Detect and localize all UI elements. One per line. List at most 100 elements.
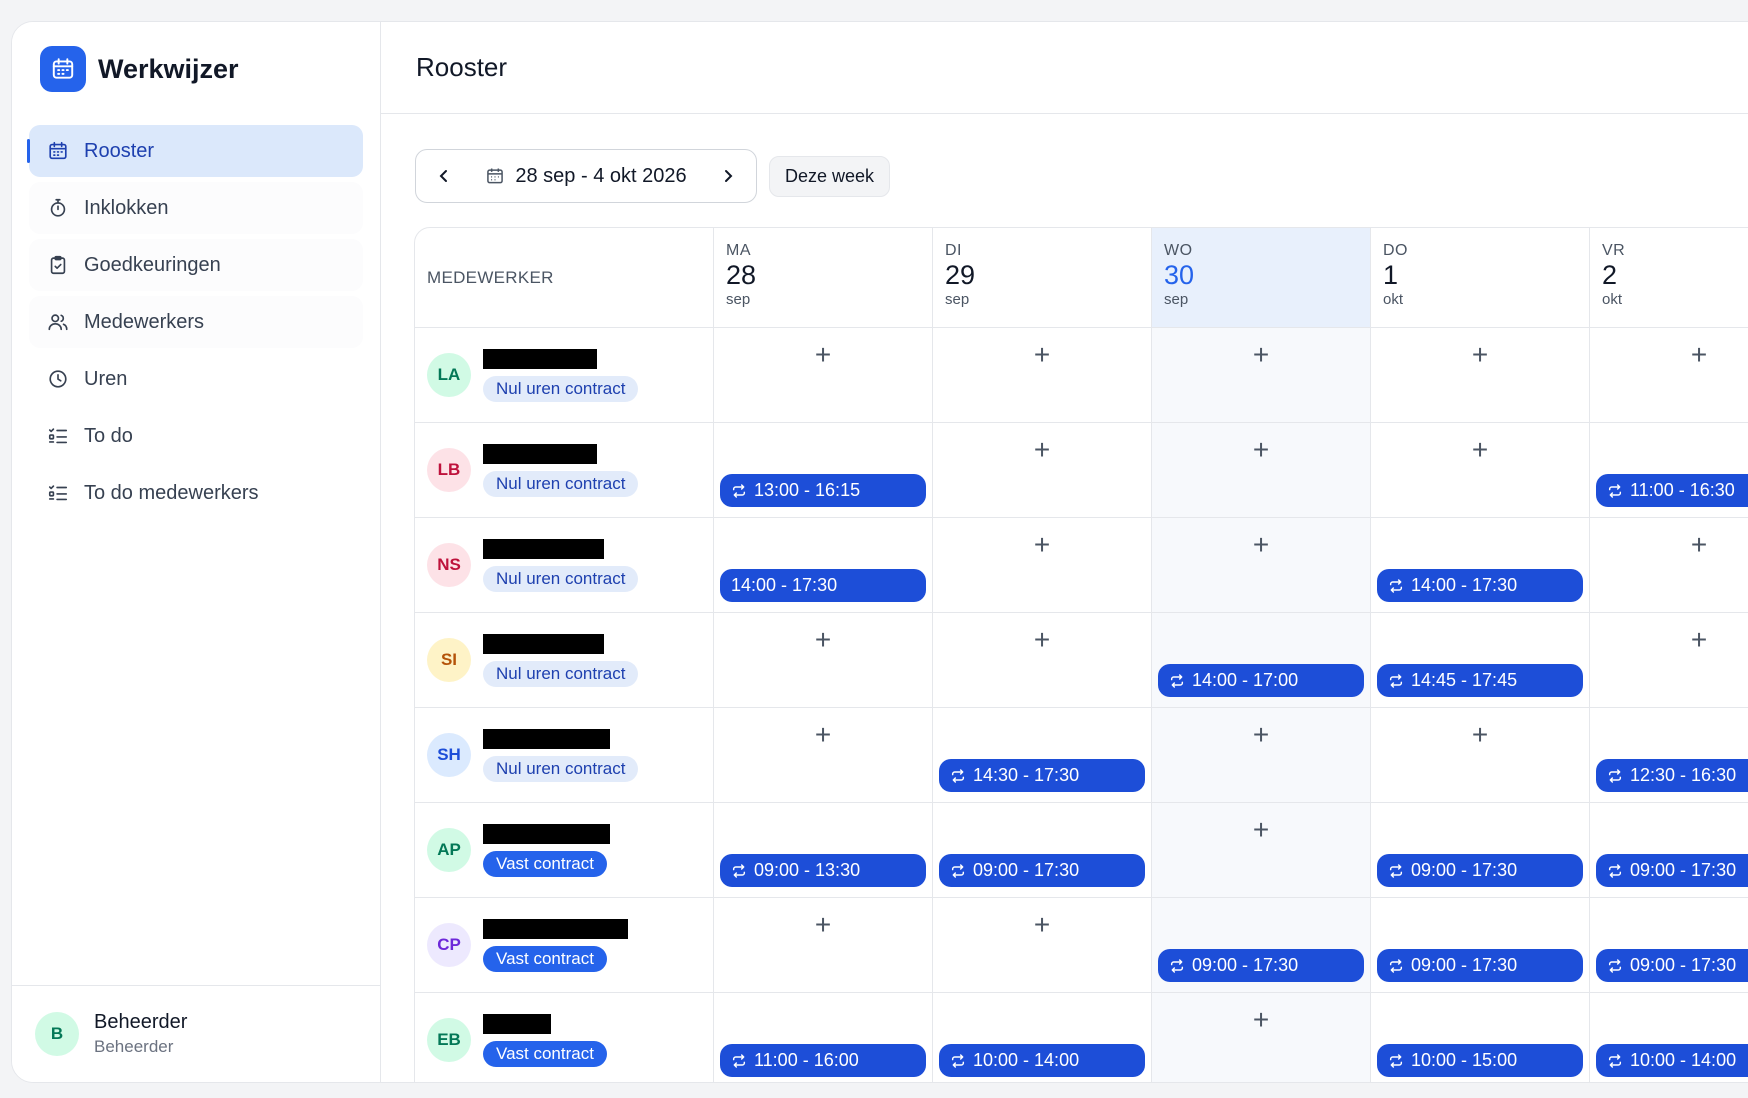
shift-pill[interactable]: 11:00 - 16:00 — [720, 1044, 926, 1077]
schedule-cell[interactable]: 13:00 - 16:15 — [714, 423, 933, 517]
schedule-cell[interactable]: 11:00 - 16:30 — [1590, 423, 1748, 517]
schedule-cell[interactable]: 09:00 - 17:30 — [1371, 898, 1590, 992]
schedule-cell[interactable]: 14:45 - 17:45 — [1371, 613, 1590, 707]
schedule-cell[interactable]: 09:00 - 17:30 — [933, 803, 1152, 897]
sidebar-item-medewerkers[interactable]: Medewerkers — [29, 296, 363, 348]
add-shift-button[interactable]: + — [1246, 719, 1276, 750]
schedule-cell[interactable]: + — [1152, 708, 1371, 802]
schedule-cell[interactable]: + — [1152, 328, 1371, 422]
employee[interactable]: CP Vast contract — [415, 898, 713, 992]
add-shift-button[interactable]: + — [1465, 339, 1495, 370]
schedule-cell[interactable]: 10:00 - 14:00 — [1590, 993, 1748, 1082]
schedule-cell[interactable]: + — [714, 328, 933, 422]
schedule-cell[interactable]: 12:30 - 16:30 — [1590, 708, 1748, 802]
schedule-cell[interactable]: + — [714, 708, 933, 802]
add-shift-button[interactable]: + — [808, 909, 838, 940]
shift-pill[interactable]: 09:00 - 17:30 — [1596, 854, 1748, 887]
shift-pill[interactable]: 09:00 - 17:30 — [939, 854, 1145, 887]
schedule-cell[interactable]: 14:00 - 17:30 — [1371, 518, 1590, 612]
schedule-cell[interactable]: + — [1152, 423, 1371, 517]
add-shift-button[interactable]: + — [1027, 434, 1057, 465]
sidebar-item-rooster[interactable]: Rooster — [27, 125, 363, 177]
shift-pill[interactable]: 09:00 - 17:30 — [1377, 854, 1583, 887]
schedule-cell[interactable]: + — [1152, 803, 1371, 897]
shift-pill[interactable]: 14:00 - 17:30 — [720, 569, 926, 602]
shift-pill[interactable]: 14:00 - 17:30 — [1377, 569, 1583, 602]
previous-week-button[interactable] — [430, 162, 458, 190]
add-shift-button[interactable]: + — [1684, 624, 1714, 655]
sidebar-item-uren[interactable]: Uren — [29, 353, 363, 405]
add-shift-button[interactable]: + — [808, 719, 838, 750]
schedule-cell[interactable]: + — [1371, 423, 1590, 517]
schedule-cell[interactable]: 10:00 - 14:00 — [933, 993, 1152, 1082]
shift-pill[interactable]: 09:00 - 17:30 — [1158, 949, 1364, 982]
schedule-cell[interactable]: + — [933, 613, 1152, 707]
schedule-cell[interactable]: + — [1590, 613, 1748, 707]
employee[interactable]: LB Nul uren contract — [415, 423, 713, 517]
add-shift-button[interactable]: + — [1465, 719, 1495, 750]
user-profile[interactable]: B Beheerder Beheerder — [12, 985, 380, 1082]
sidebar-item-to-do-medewerkers[interactable]: To do medewerkers — [29, 467, 363, 519]
sidebar-item-to-do[interactable]: To do — [29, 410, 363, 462]
schedule-cell[interactable]: 09:00 - 17:30 — [1590, 898, 1748, 992]
sidebar-item-goedkeuringen[interactable]: Goedkeuringen — [29, 239, 363, 291]
schedule-cell[interactable]: + — [1590, 518, 1748, 612]
add-shift-button[interactable]: + — [1027, 529, 1057, 560]
shift-pill[interactable]: 13:00 - 16:15 — [720, 474, 926, 507]
schedule-cell[interactable]: + — [1371, 328, 1590, 422]
schedule-cell[interactable]: 14:00 - 17:30 — [714, 518, 933, 612]
schedule-cell[interactable]: + — [933, 423, 1152, 517]
employee[interactable]: EB Vast contract — [415, 993, 713, 1082]
add-shift-button[interactable]: + — [808, 339, 838, 370]
add-shift-button[interactable]: + — [1027, 339, 1057, 370]
schedule-cell[interactable]: 14:30 - 17:30 — [933, 708, 1152, 802]
schedule-cell[interactable]: 14:00 - 17:00 — [1152, 613, 1371, 707]
week-range[interactable]: 28 sep - 4 okt 2026 — [485, 165, 687, 188]
schedule-cell[interactable]: + — [933, 328, 1152, 422]
this-week-button[interactable]: Deze week — [769, 155, 891, 197]
shift-pill[interactable]: 09:00 - 17:30 — [1596, 949, 1748, 982]
shift-pill[interactable]: 14:30 - 17:30 — [939, 759, 1145, 792]
schedule-cell[interactable]: + — [714, 613, 933, 707]
employee[interactable]: NS Nul uren contract — [415, 518, 713, 612]
employee[interactable]: SH Nul uren contract — [415, 708, 713, 802]
schedule-cell[interactable]: + — [1590, 328, 1748, 422]
add-shift-button[interactable]: + — [1027, 624, 1057, 655]
add-shift-button[interactable]: + — [1246, 529, 1276, 560]
add-shift-button[interactable]: + — [1246, 339, 1276, 370]
add-shift-button[interactable]: + — [1246, 1004, 1276, 1035]
shift-pill[interactable]: 09:00 - 13:30 — [720, 854, 926, 887]
shift-pill[interactable]: 11:00 - 16:30 — [1596, 474, 1748, 507]
add-shift-button[interactable]: + — [1684, 529, 1714, 560]
schedule-cell[interactable]: 09:00 - 17:30 — [1371, 803, 1590, 897]
employee[interactable]: SI Nul uren contract — [415, 613, 713, 707]
add-shift-button[interactable]: + — [1246, 434, 1276, 465]
employee[interactable]: LA Nul uren contract — [415, 328, 713, 422]
schedule-cell[interactable]: + — [933, 518, 1152, 612]
shift-pill[interactable]: 10:00 - 14:00 — [1596, 1044, 1748, 1077]
shift-pill[interactable]: 09:00 - 17:30 — [1377, 949, 1583, 982]
add-shift-button[interactable]: + — [1027, 909, 1057, 940]
schedule-cell[interactable]: + — [1152, 993, 1371, 1082]
schedule-cell[interactable]: + — [933, 898, 1152, 992]
schedule-cell[interactable]: 10:00 - 15:00 — [1371, 993, 1590, 1082]
schedule-cell[interactable]: 09:00 - 17:30 — [1152, 898, 1371, 992]
schedule-cell[interactable]: 11:00 - 16:00 — [714, 993, 933, 1082]
shift-pill[interactable]: 14:00 - 17:00 — [1158, 664, 1364, 697]
add-shift-button[interactable]: + — [1465, 434, 1495, 465]
schedule-cell[interactable]: + — [714, 898, 933, 992]
schedule-cell[interactable]: + — [1371, 708, 1590, 802]
shift-pill[interactable]: 14:45 - 17:45 — [1377, 664, 1583, 697]
shift-pill[interactable]: 12:30 - 16:30 — [1596, 759, 1748, 792]
shift-pill[interactable]: 10:00 - 14:00 — [939, 1044, 1145, 1077]
employee[interactable]: AP Vast contract — [415, 803, 713, 897]
add-shift-button[interactable]: + — [808, 624, 838, 655]
add-shift-button[interactable]: + — [1684, 339, 1714, 370]
sidebar-item-inklokken[interactable]: Inklokken — [29, 182, 363, 234]
schedule-cell[interactable]: 09:00 - 13:30 — [714, 803, 933, 897]
schedule-cell[interactable]: 09:00 - 17:30 — [1590, 803, 1748, 897]
next-week-button[interactable] — [714, 162, 742, 190]
shift-pill[interactable]: 10:00 - 15:00 — [1377, 1044, 1583, 1077]
add-shift-button[interactable]: + — [1246, 814, 1276, 845]
schedule-cell[interactable]: + — [1152, 518, 1371, 612]
